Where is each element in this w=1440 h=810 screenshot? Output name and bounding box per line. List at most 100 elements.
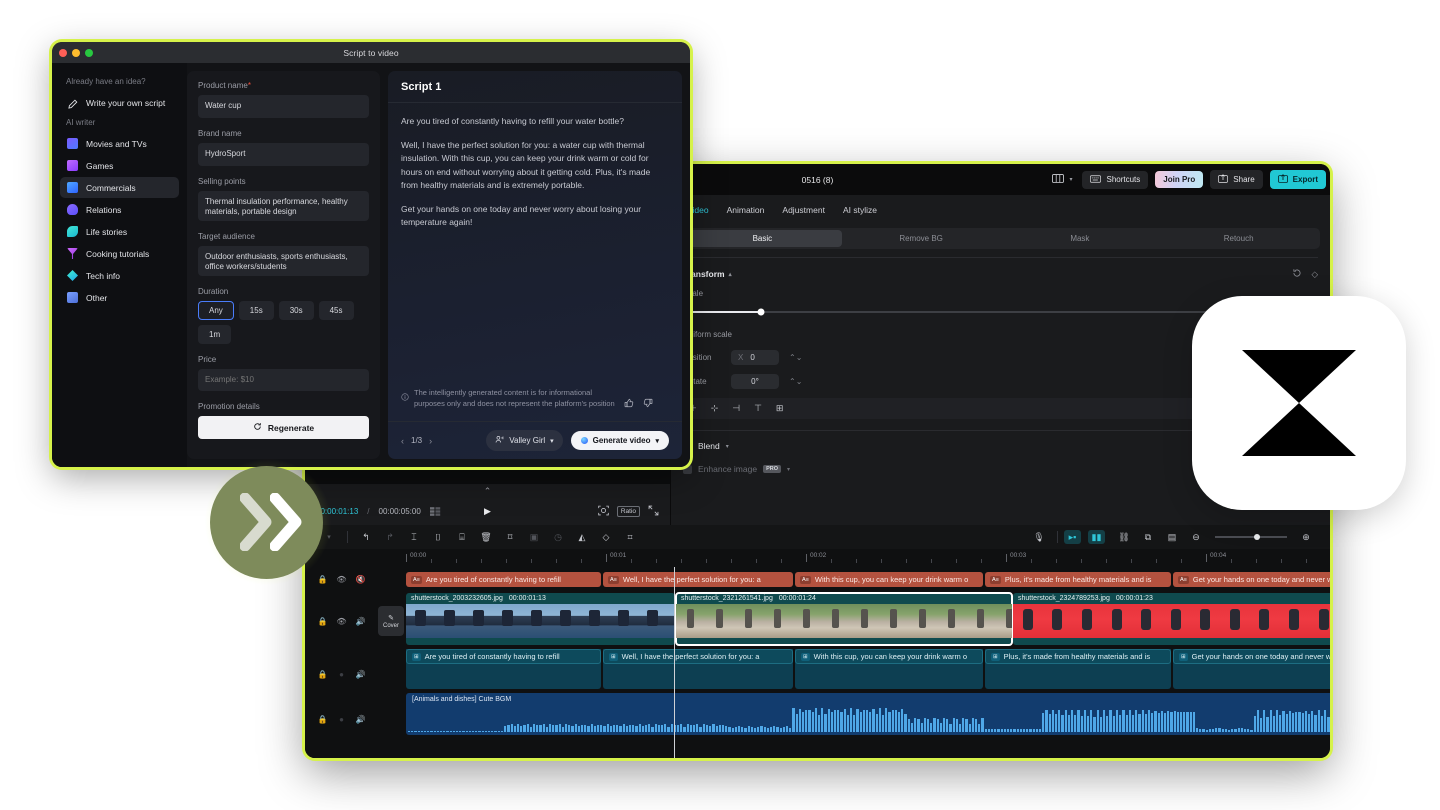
collapse-chevron-icon[interactable]: ⌃ — [305, 484, 670, 498]
slider-knob[interactable] — [757, 308, 765, 315]
sidebar-item-commercials[interactable]: Commercials — [60, 177, 179, 198]
crop-frame-icon[interactable]: ▣ — [522, 532, 546, 543]
caption-clip[interactable]: ⊞ Are you tired of constantly having to … — [406, 649, 601, 664]
mute-icon[interactable]: 🔇 — [355, 575, 366, 584]
join-pro-button[interactable]: Join Pro — [1155, 171, 1204, 188]
magnet-icon[interactable]: ▮▮ — [1088, 530, 1112, 544]
tab-video[interactable]: Video — [687, 205, 709, 215]
duration-chip-45s[interactable]: 45s — [318, 300, 354, 320]
mirror-icon[interactable]: ◭ — [570, 532, 594, 543]
caption-clip[interactable]: ⊞ Well, I have the perfect solution for … — [603, 649, 793, 664]
segment-basic[interactable]: Basic — [683, 230, 842, 247]
align-left-icon[interactable]: ⊦ — [692, 403, 697, 414]
scale-slider[interactable] — [683, 308, 1239, 315]
voice-select-button[interactable]: Valley Girl ▾ — [486, 430, 563, 451]
layout-switch-button[interactable]: ▾ — [1049, 170, 1075, 189]
chevron-up-icon[interactable]: ▴ — [729, 271, 732, 278]
align-center-vertical-icon[interactable]: ⊞ — [776, 403, 784, 414]
media-clip[interactable]: shutterstock_2003232605.jpg 00:00:01:13 — [406, 593, 675, 645]
volume-icon[interactable]: 🔊 — [355, 617, 366, 626]
zoom-out-icon[interactable]: ⊖ — [1184, 532, 1208, 543]
sidebar-item-tech-info[interactable]: Tech info — [60, 265, 179, 286]
lock-icon[interactable]: 🔒 — [317, 575, 328, 584]
undo-icon[interactable]: ↰ — [354, 532, 378, 543]
caption-clip[interactable]: ⊞ Get your hands on one today and never … — [1173, 649, 1330, 664]
traffic-lights[interactable] — [59, 48, 93, 57]
zoom-slider[interactable] — [1215, 534, 1287, 540]
generate-video-button[interactable]: Generate video ▾ — [570, 431, 669, 450]
align-center-horizontal-icon[interactable]: ⊹ — [711, 403, 719, 414]
product-name-input[interactable] — [198, 95, 369, 118]
caption-clip[interactable]: ⊞ With this cup, you can keep your drink… — [795, 649, 983, 664]
eye-icon[interactable]: 👁 — [336, 617, 347, 626]
lock-icon[interactable]: 🔒 — [317, 670, 328, 679]
audio-clip[interactable]: [Animals and dishes] Cute BGM — [406, 693, 1330, 735]
volume-icon[interactable]: 🔊 — [355, 670, 366, 679]
lock-icon[interactable]: 🔒 — [317, 715, 328, 724]
selling-points-input[interactable]: Thermal insulation performance, healthy … — [198, 190, 369, 221]
crop-icon[interactable]: ⌗ — [618, 532, 642, 543]
split-icon[interactable]: ⌶ — [402, 532, 426, 543]
segment-remove-bg[interactable]: Remove BG — [842, 230, 1001, 247]
sidebar-item-relations[interactable]: Relations — [60, 199, 179, 220]
media-clip[interactable]: shutterstock_2324789253.jpg 00:00:01:23 — [1013, 593, 1330, 645]
trim-left-icon[interactable]: ⌷ — [426, 532, 450, 543]
export-button[interactable]: Export — [1269, 170, 1326, 189]
media-clip[interactable]: shutterstock_2321261541.jpg 00:00:01:24 — [675, 592, 1013, 646]
eye-icon[interactable]: 👁 — [336, 575, 347, 584]
price-input[interactable] — [198, 368, 369, 392]
chevron-down-icon[interactable]: ▾ — [787, 466, 790, 473]
ratio-button[interactable]: Ratio — [616, 506, 640, 517]
zoom-in-icon[interactable]: ⊕ — [1294, 532, 1318, 543]
delete-icon[interactable]: 🗑 — [474, 532, 498, 543]
grid-toggle-icon[interactable] — [429, 503, 441, 521]
shortcuts-button[interactable]: Shortcuts — [1082, 170, 1149, 189]
trim-right-icon[interactable]: ⌸ — [450, 532, 474, 543]
auto-fill-icon[interactable]: ▸▪ — [1064, 530, 1088, 544]
duration-chip-1m[interactable]: 1m — [198, 324, 232, 344]
redo-icon[interactable]: ↱ — [378, 532, 402, 543]
chevron-down-icon[interactable]: ▾ — [317, 533, 341, 541]
sidebar-item-movies-and-tvs[interactable]: Movies and TVs — [60, 133, 179, 154]
unlink-icon[interactable]: ⧉ — [1136, 532, 1160, 543]
brand-name-input[interactable] — [198, 142, 369, 166]
next-script-icon[interactable]: › — [429, 436, 432, 446]
zoom-knob[interactable] — [1253, 534, 1260, 540]
position-x-field[interactable]: X 0 — [731, 350, 779, 365]
tab-ai-stylize[interactable]: AI stylize — [843, 205, 877, 215]
sidebar-item-write-own-script[interactable]: Write your own script — [60, 92, 179, 113]
sidebar-item-life-stories[interactable]: Life stories — [60, 221, 179, 242]
rotate-icon[interactable]: ◇ — [594, 532, 618, 543]
timeline-ruler[interactable]: 00:00 00:01 00:02 00:03 00:04 — [305, 549, 1330, 567]
close-icon[interactable] — [59, 48, 67, 57]
lock-icon[interactable]: 🔒 — [317, 617, 328, 626]
link-icon[interactable]: ⛓ — [1112, 532, 1136, 543]
cover-button[interactable]: ✎ Cover — [378, 606, 404, 636]
rotate-field[interactable]: 0° — [731, 374, 779, 389]
freeze-icon[interactable]: ⌑ — [498, 532, 522, 543]
segment-retouch[interactable]: Retouch — [1159, 230, 1318, 247]
segment-mask[interactable]: Mask — [1001, 230, 1160, 247]
maximize-icon[interactable] — [85, 48, 93, 57]
text-clip[interactable]: A≡ With this cup, you can keep your drin… — [795, 572, 983, 587]
chevron-down-icon[interactable]: ▾ — [726, 443, 729, 450]
sidebar-item-cooking-tutorials[interactable]: Cooking tutorials — [60, 243, 179, 264]
share-button[interactable]: Share — [1210, 170, 1263, 189]
caption-clip[interactable]: ⊞ Plus, it's made from healthy materials… — [985, 649, 1171, 664]
duration-chip-15s[interactable]: 15s — [238, 300, 274, 320]
target-audience-input[interactable]: Outdoor enthusiasts, sports enthusiasts,… — [198, 245, 369, 276]
text-clip[interactable]: A≡ Are you tired of constantly having to… — [406, 572, 601, 587]
position-stepper[interactable]: ⌃⌄ — [789, 353, 802, 362]
record-icon[interactable]: 🎙 — [1027, 532, 1051, 543]
keyframe-icon[interactable]: ◇ — [1311, 269, 1318, 280]
eye-icon[interactable]: ● — [336, 715, 347, 724]
rotate-stepper[interactable]: ⌃⌄ — [789, 377, 802, 386]
duration-chip-any[interactable]: Any — [198, 300, 234, 320]
text-clip[interactable]: A≡ Get your hands on one today and never… — [1173, 572, 1330, 587]
preview-icon[interactable]: ▤ — [1160, 532, 1184, 543]
speed-icon[interactable]: ◷ — [546, 532, 570, 543]
sidebar-item-other[interactable]: Other — [60, 287, 179, 308]
text-clip[interactable]: A≡ Plus, it's made from healthy material… — [985, 572, 1171, 587]
sidebar-item-games[interactable]: Games — [60, 155, 179, 176]
align-right-icon[interactable]: ⊣ — [732, 403, 740, 414]
